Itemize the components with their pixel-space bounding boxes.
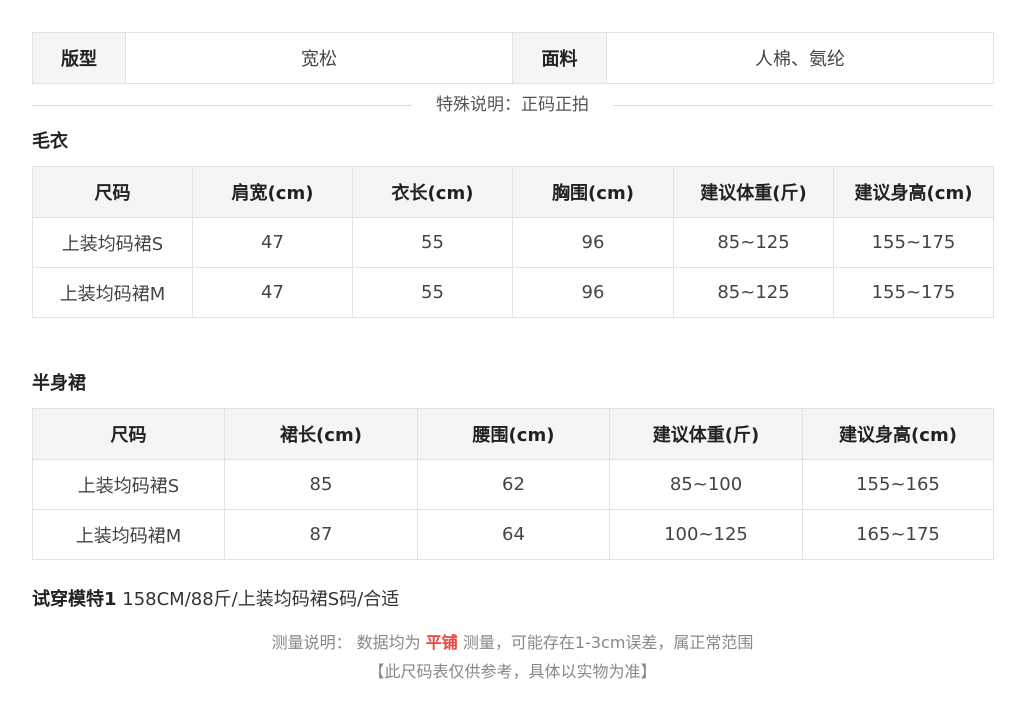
table-cell: 85~125 — [673, 217, 834, 268]
column-header: 尺码 — [32, 166, 193, 218]
sweater-size-table: 尺码 肩宽(cm) 衣长(cm) 胸围(cm) 建议体重(斤) 建议身高(cm)… — [32, 166, 994, 318]
divider-left — [32, 105, 412, 106]
measurement-method-highlight: 平铺 — [425, 633, 458, 652]
table-cell: 155~165 — [802, 459, 994, 510]
skirt-size-table: 尺码 裙长(cm) 腰围(cm) 建议体重(斤) 建议身高(cm) 上装均码裙S… — [32, 408, 994, 560]
table-cell: 100~125 — [609, 509, 803, 560]
table-cell: 85~125 — [673, 267, 834, 318]
special-note-text: 特殊说明：正码正拍 — [428, 94, 597, 116]
special-note: 特殊说明：正码正拍 — [32, 94, 993, 116]
table-cell: 165~175 — [802, 509, 994, 560]
measurement-note-suffix: 测量，可能存在1-3cm误差，属正常范围 — [457, 633, 754, 652]
fit-model-label: 试穿模特1 — [32, 589, 117, 610]
reference-disclaimer: 【此尺码表仅供参考，具体以实物为准】 — [368, 662, 657, 681]
column-header: 建议体重(斤) — [673, 166, 834, 218]
table-cell: 55 — [352, 267, 513, 318]
fit-value: 宽松 — [125, 32, 513, 84]
column-header: 肩宽(cm) — [192, 166, 353, 218]
table-row: 上装均码裙M 47 55 96 85~125 155~175 — [32, 267, 994, 318]
table-cell: 47 — [192, 267, 353, 318]
column-header: 建议身高(cm) — [833, 166, 994, 218]
measurement-note-prefix: 测量说明： 数据均为 — [271, 633, 426, 652]
fit-label: 版型 — [32, 32, 126, 84]
table-row: 上装均码裙S 47 55 96 85~125 155~175 — [32, 217, 994, 268]
column-header: 裙长(cm) — [224, 408, 418, 460]
column-header: 胸围(cm) — [512, 166, 674, 218]
table-header-row: 尺码 肩宽(cm) 衣长(cm) 胸围(cm) 建议体重(斤) 建议身高(cm) — [32, 166, 994, 218]
table-cell: 85~100 — [609, 459, 803, 510]
size-chart-page: 版型 宽松 面料 人棉、氨纶 特殊说明：正码正拍 毛衣 尺码 肩宽(cm) 衣长… — [32, 32, 994, 683]
skirt-title: 半身裙 — [32, 373, 86, 394]
column-header: 建议身高(cm) — [802, 408, 994, 460]
measurement-note: 测量说明： 数据均为 平铺 测量，可能存在1-3cm误差，属正常范围 — [32, 632, 993, 654]
table-cell: 上装均码裙M — [32, 267, 193, 318]
column-header: 建议体重(斤) — [609, 408, 803, 460]
fabric-label: 面料 — [512, 32, 607, 84]
table-cell: 上装均码裙M — [32, 509, 225, 560]
fit-model-details: 158CM/88斤/上装均码裙S码/合适 — [116, 589, 400, 610]
fabric-value: 人棉、氨纶 — [606, 32, 994, 84]
table-cell: 155~175 — [833, 217, 994, 268]
table-cell: 155~175 — [833, 267, 994, 318]
spec-row: 版型 宽松 面料 人棉、氨纶 — [32, 32, 994, 84]
table-cell: 上装均码裙S — [32, 459, 225, 510]
table-cell: 96 — [512, 217, 674, 268]
divider-right — [613, 105, 993, 106]
table-cell: 62 — [417, 459, 610, 510]
table-cell: 上装均码裙S — [32, 217, 193, 268]
column-header: 腰围(cm) — [417, 408, 610, 460]
table-header-row: 尺码 裙长(cm) 腰围(cm) 建议体重(斤) 建议身高(cm) — [32, 408, 994, 460]
table-cell: 87 — [224, 509, 418, 560]
table-cell: 96 — [512, 267, 674, 318]
table-row: 上装均码裙S 85 62 85~100 155~165 — [32, 459, 994, 510]
table-cell: 85 — [224, 459, 418, 510]
table-row: 上装均码裙M 87 64 100~125 165~175 — [32, 509, 994, 560]
column-header: 尺码 — [32, 408, 225, 460]
fit-model-info: 试穿模特1 158CM/88斤/上装均码裙S码/合适 — [32, 588, 993, 612]
table-cell: 55 — [352, 217, 513, 268]
table-cell: 47 — [192, 217, 353, 268]
sweater-title: 毛衣 — [32, 131, 68, 152]
column-header: 衣长(cm) — [352, 166, 513, 218]
table-cell: 64 — [417, 509, 610, 560]
spec-table: 版型 宽松 面料 人棉、氨纶 — [32, 32, 994, 84]
